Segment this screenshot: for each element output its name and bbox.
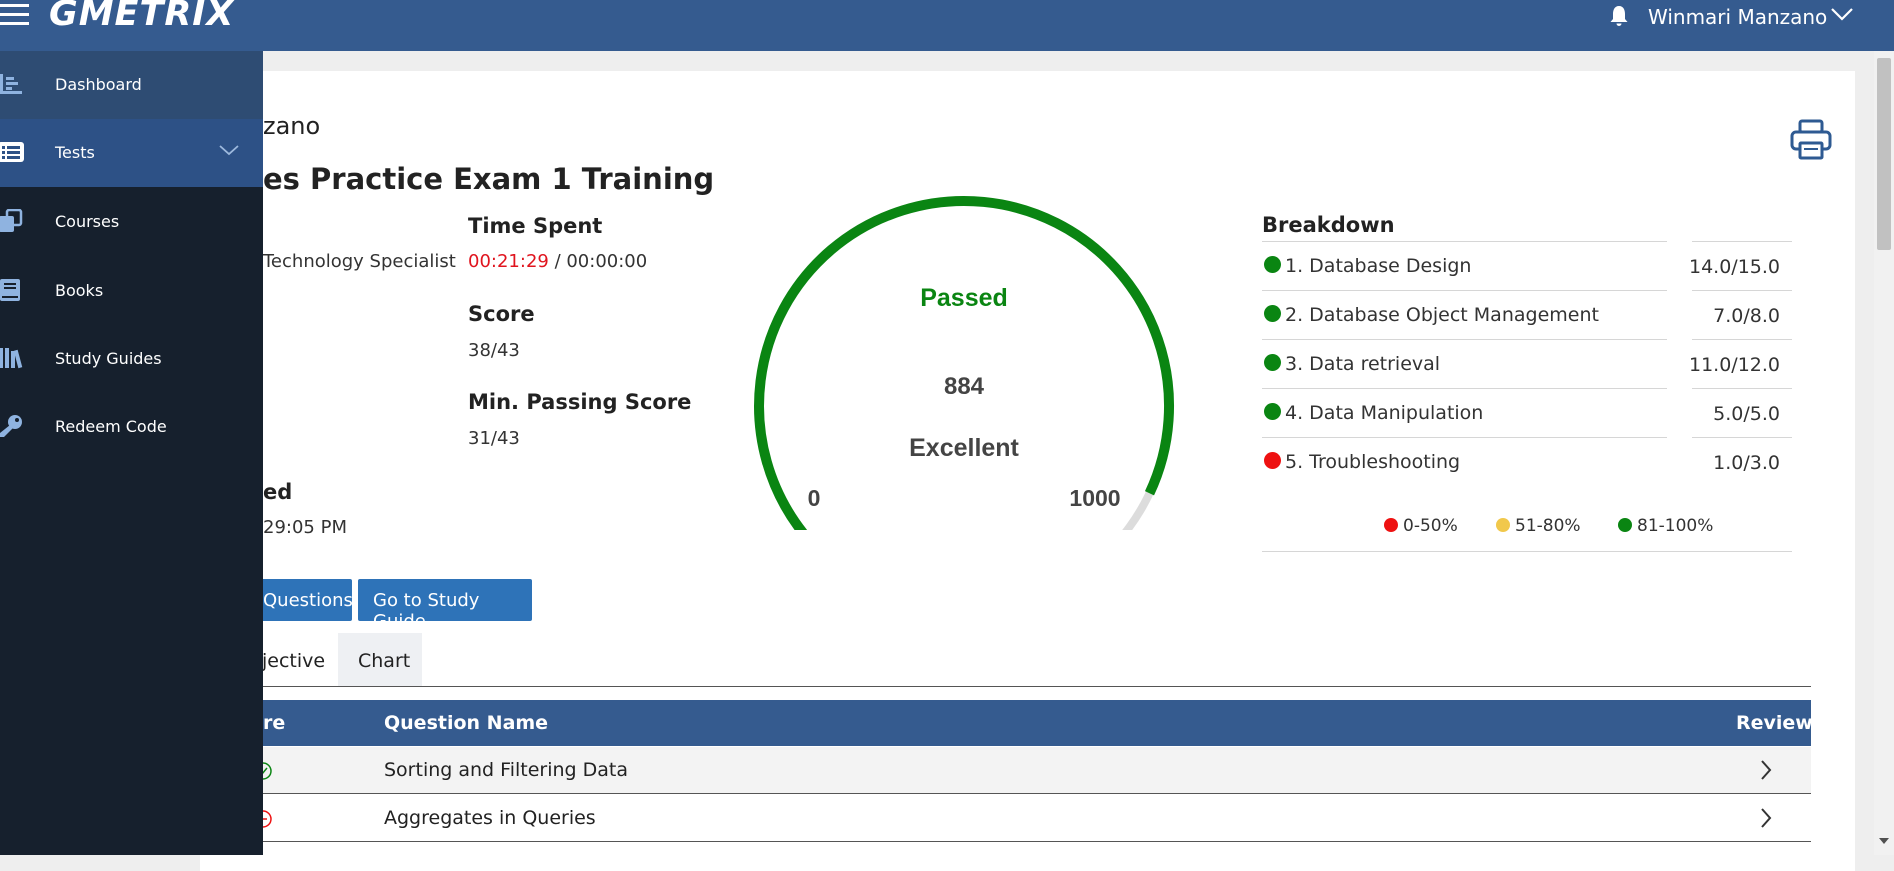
sidebar-item-courses[interactable]: Courses	[0, 188, 263, 256]
question-name: Aggregates in Queries	[384, 807, 596, 829]
col-score: re	[263, 712, 286, 734]
sidebar-item-label: Redeem Code	[55, 417, 167, 436]
legend-label: 0-50%	[1403, 516, 1458, 536]
breakdown-row: 5. Troubleshooting 1.0/3.0	[1262, 438, 1792, 487]
sidebar-item-tests[interactable]: Tests	[0, 119, 263, 187]
sidebar-item-study-guides[interactable]: Study Guides	[0, 325, 263, 393]
objective-name: 5. Troubleshooting	[1285, 451, 1461, 473]
gauge-fill	[754, 196, 1174, 530]
breakdown-row: 4. Data Manipulation 5.0/5.0	[1262, 389, 1792, 438]
status-dot	[1264, 256, 1281, 273]
tab-chart[interactable]: Chart	[338, 633, 422, 686]
table-header: re Question Name Review	[263, 700, 1813, 746]
legend-item-high: 81-100%	[1618, 516, 1713, 536]
objective-name: 4. Data Manipulation	[1285, 402, 1484, 424]
legend-dot	[1384, 518, 1398, 532]
breakdown-row: 1. Database Design 14.0/15.0	[1262, 242, 1792, 291]
time-spent-label: Time Spent	[468, 214, 603, 238]
question-name: Sorting and Filtering Data	[384, 759, 628, 781]
sidebar-item-label: Tests	[55, 143, 95, 162]
col-question-name: Question Name	[384, 712, 549, 734]
certification-name: Technology Specialist	[263, 251, 456, 272]
printer-icon[interactable]	[1790, 119, 1832, 161]
status-dot	[1264, 452, 1281, 469]
status-dot	[1264, 354, 1281, 371]
chevron-right-icon[interactable]	[1759, 807, 1773, 829]
gauge-track	[755, 196, 1173, 530]
breakdown-title: Breakdown	[1262, 213, 1395, 237]
completed-value: 29:05 PM	[263, 517, 347, 538]
objective-score: 14.0/15.0	[1688, 256, 1780, 278]
objective-name: 2. Database Object Management	[1285, 304, 1599, 326]
gmetrix-logo[interactable]: GMETRIX	[49, 0, 234, 34]
chevron-down-icon[interactable]	[1830, 6, 1854, 22]
completed-label: ed	[263, 480, 293, 504]
gauge-min-label: 0	[808, 485, 821, 511]
table-row[interactable]: Aggregates in Queries	[255, 795, 1811, 842]
sidebar-item-redeem-code[interactable]: Redeem Code	[0, 393, 263, 461]
divider	[1262, 551, 1792, 552]
top-navbar: GMETRIX Winmari Manzano	[0, 0, 1894, 51]
score-label: Score	[468, 302, 535, 326]
legend-label: 51-80%	[1515, 516, 1581, 536]
library-icon	[0, 348, 23, 369]
time-spent-value: 00:21:29 / 00:00:00	[468, 251, 647, 272]
hamburger-icon[interactable]	[0, 2, 30, 28]
bell-icon[interactable]	[1608, 4, 1630, 28]
sidebar: Dashboard Tests Courses Books Study Guid…	[0, 51, 263, 855]
min-passing-value: 31/43	[468, 428, 520, 449]
table-row[interactable]: Sorting and Filtering Data	[255, 747, 1811, 794]
scrollbar-thumb[interactable]	[1877, 58, 1891, 250]
col-review: Review	[1736, 712, 1813, 734]
objective-score: 7.0/8.0	[1713, 305, 1780, 327]
sidebar-item-label: Books	[55, 281, 104, 300]
sidebar-item-label: Study Guides	[55, 349, 162, 368]
key-icon	[0, 415, 22, 437]
user-name[interactable]: Winmari Manzano	[1648, 5, 1827, 29]
gauge-max-label: 1000	[1069, 485, 1120, 511]
breakdown-row: 3. Data retrieval 11.0/12.0	[1262, 340, 1792, 389]
objective-score: 11.0/12.0	[1688, 354, 1780, 376]
book-icon	[0, 279, 20, 301]
gauge-rating: Excellent	[909, 434, 1019, 462]
sidebar-item-dashboard[interactable]: Dashboard	[0, 51, 263, 119]
score-gauge: Passed 884 Excellent 0 1000	[754, 196, 1174, 530]
time-limit: 00:00:00	[566, 251, 648, 272]
chevron-down-icon[interactable]	[218, 143, 240, 157]
study-guide-button[interactable]: Go to Study Guide	[358, 579, 532, 632]
breakdown-row: 2. Database Object Management 7.0/8.0	[1262, 291, 1792, 340]
scroll-down-arrow[interactable]	[1879, 838, 1889, 844]
time-separator: /	[548, 251, 567, 272]
list-icon	[0, 142, 24, 162]
status-dot	[1264, 305, 1281, 322]
time-elapsed: 00:21:29	[468, 251, 549, 272]
sidebar-item-label: Dashboard	[55, 75, 142, 94]
sidebar-item-books[interactable]: Books	[0, 257, 263, 325]
legend-label: 81-100%	[1637, 516, 1714, 536]
tab-divider	[263, 686, 1811, 687]
min-passing-label: Min. Passing Score	[468, 390, 692, 414]
courses-icon	[0, 209, 23, 232]
candidate-name: zano	[263, 112, 321, 140]
objective-score: 5.0/5.0	[1713, 403, 1780, 425]
score-value: 38/43	[468, 340, 520, 361]
gauge-status: Passed	[920, 284, 1008, 312]
chevron-right-icon[interactable]	[1759, 759, 1773, 781]
dashboard-icon	[0, 74, 22, 94]
exam-title: es Practice Exam 1 Training	[263, 162, 715, 196]
status-dot	[1264, 403, 1281, 420]
legend-item-low: 0-50%	[1384, 516, 1458, 536]
objective-name: 3. Data retrieval	[1285, 353, 1441, 375]
objective-name: 1. Database Design	[1285, 255, 1472, 277]
sidebar-item-label: Courses	[55, 212, 120, 231]
legend-dot	[1496, 518, 1510, 532]
objective-score: 1.0/3.0	[1713, 452, 1780, 474]
legend-dot	[1618, 518, 1632, 532]
legend-item-mid: 51-80%	[1496, 516, 1581, 536]
gauge-value: 884	[944, 373, 985, 400]
